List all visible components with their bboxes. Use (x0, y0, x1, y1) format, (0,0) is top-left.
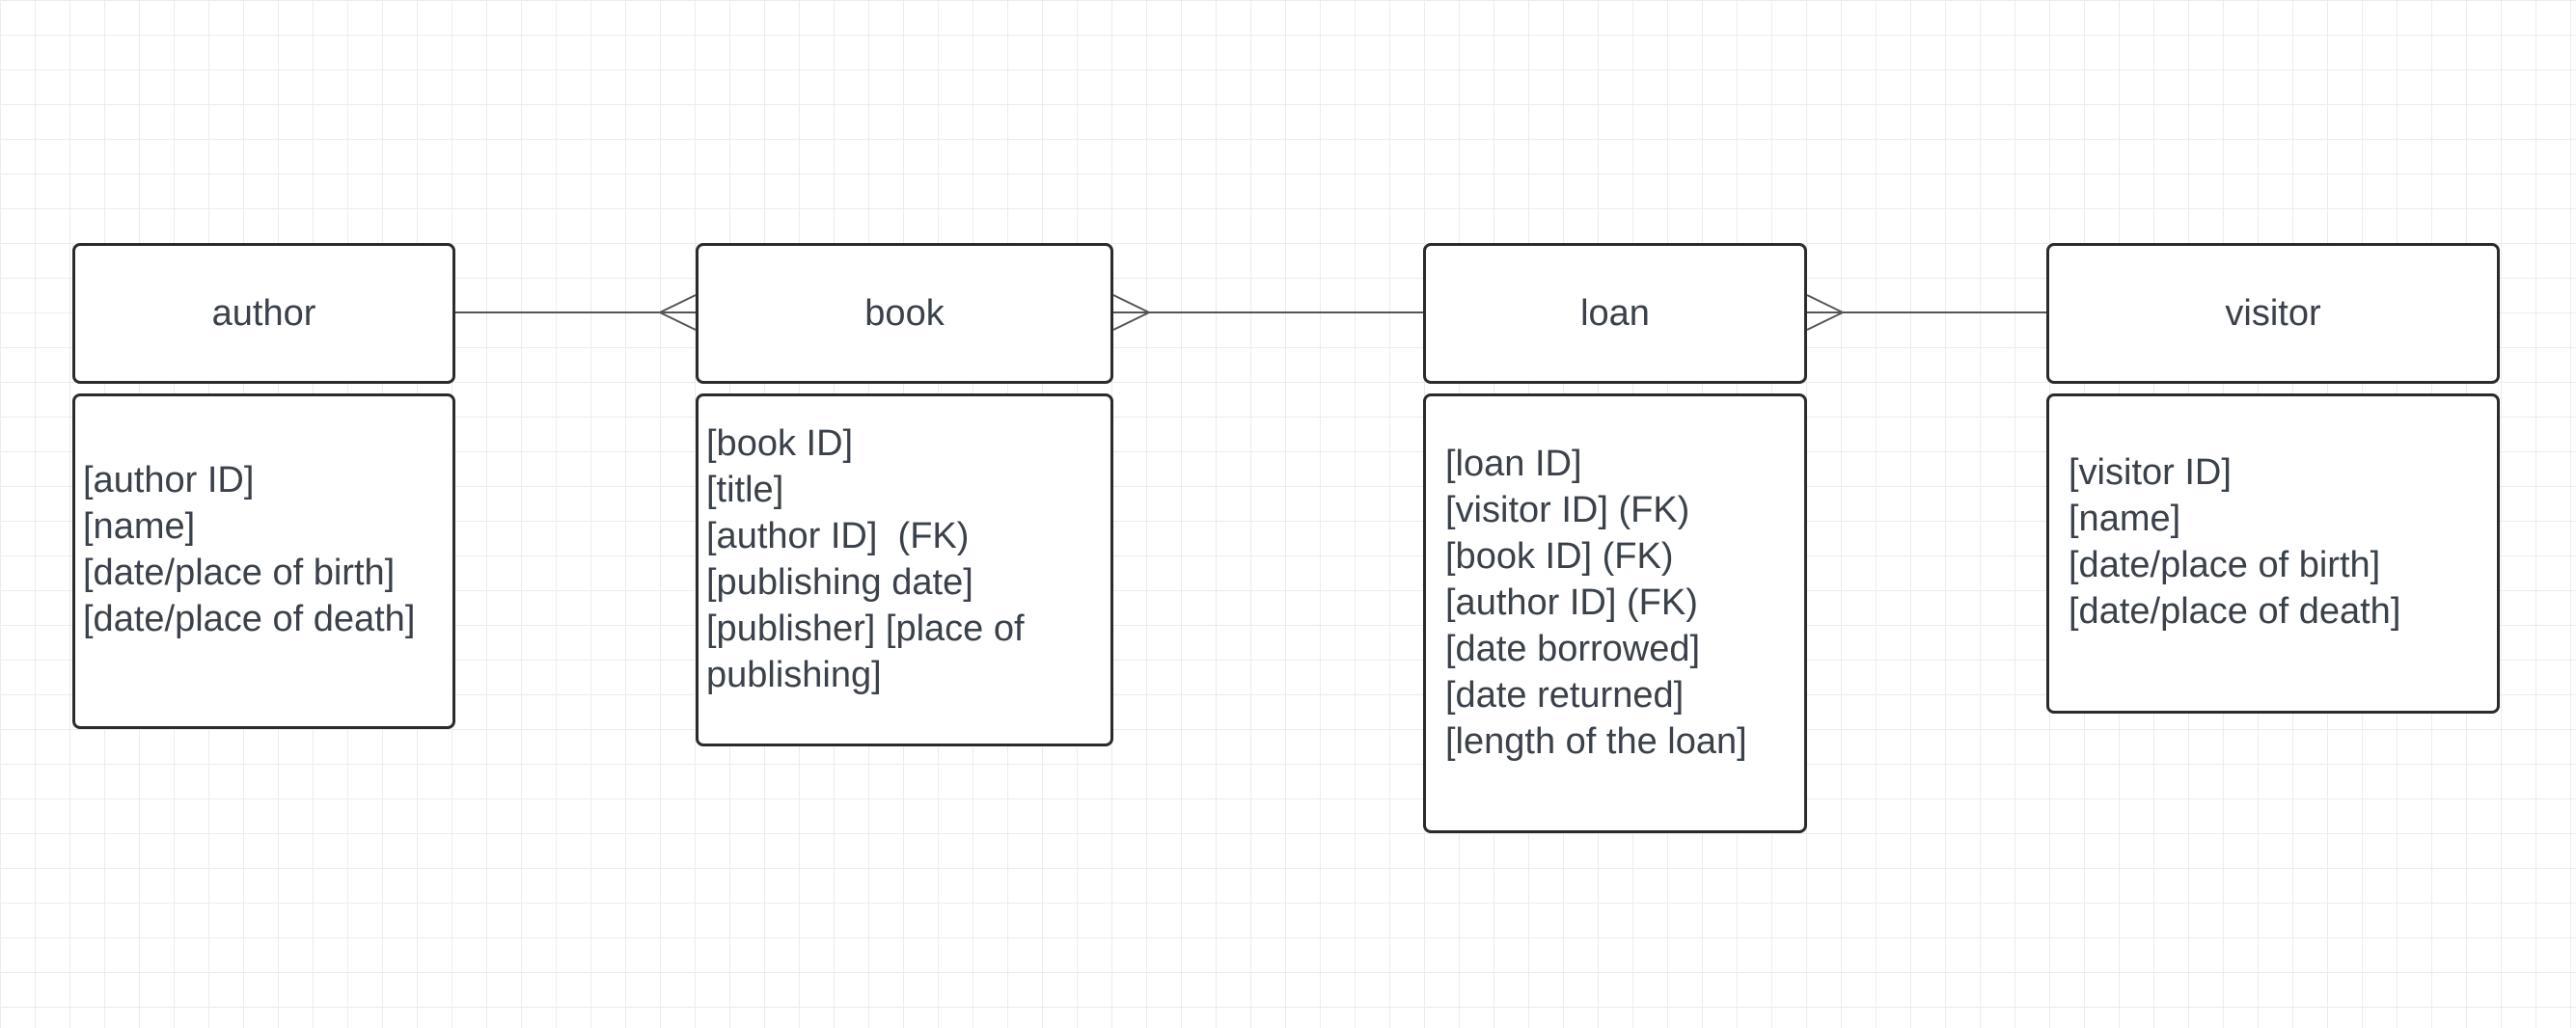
diagram-canvas[interactable]: author [author ID] [name] [date/place of… (0, 0, 2576, 1028)
attribute: [author ID] (FK) (1445, 582, 1698, 623)
loan-entity-header[interactable]: loan (1423, 243, 1807, 384)
attribute: [date/place of death] (2069, 591, 2401, 632)
attribute: [visitor ID] (FK) (1445, 490, 1690, 530)
visitor-entity-header[interactable]: visitor (2046, 243, 2500, 384)
attribute: [publisher] [place of (706, 609, 1025, 649)
attribute: [visitor ID] (2069, 452, 2232, 493)
attribute: [date borrowed] (1445, 629, 1701, 669)
attribute: [date/place of death] (83, 599, 416, 639)
author-entity-header[interactable]: author (72, 243, 455, 384)
loan-entity-attributes[interactable]: [loan ID] [visitor ID] (FK) [book ID] (F… (1423, 393, 1807, 833)
attribute: [loan ID] (1445, 444, 1582, 484)
attribute: [book ID] (706, 423, 854, 464)
book-entity-header[interactable]: book (696, 243, 1113, 384)
attribute: publishing] (706, 655, 882, 695)
attribute: [date/place of birth] (83, 553, 396, 593)
visitor-entity-title: visitor (2225, 292, 2321, 334)
loan-entity-title: loan (1580, 292, 1650, 334)
author-entity-attributes[interactable]: [author ID] [name] [date/place of birth]… (72, 393, 455, 729)
visitor-entity-attributes[interactable]: [visitor ID] [name] [date/place of birth… (2046, 393, 2500, 714)
attribute: [title] (706, 470, 784, 510)
author-entity-title: author (211, 292, 316, 334)
attribute: [publishing date] (706, 562, 973, 603)
attribute: [book ID] (FK) (1445, 536, 1674, 577)
attribute: [author ID] (FK) (706, 516, 970, 556)
book-entity-title: book (864, 292, 945, 334)
attribute: [author ID] (83, 460, 255, 500)
attribute: [name] (2069, 499, 2181, 539)
book-entity-attributes[interactable]: [book ID] [title] [author ID] (FK) [publ… (696, 393, 1113, 746)
attribute: [name] (83, 506, 196, 547)
attribute: [date returned] (1445, 675, 1685, 716)
attribute: [length of the loan] (1445, 721, 1747, 762)
attribute: [date/place of birth] (2069, 545, 2381, 585)
